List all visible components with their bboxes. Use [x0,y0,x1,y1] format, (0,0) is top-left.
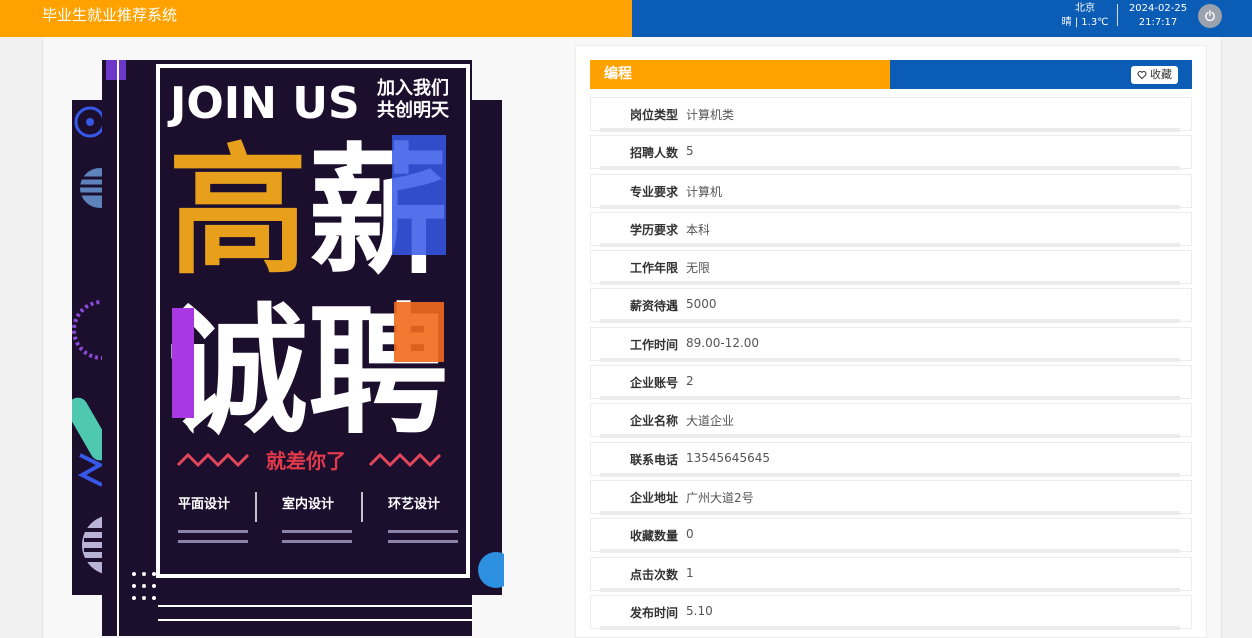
weather-city: 北京 [1075,3,1095,14]
field-underline [600,357,1180,362]
field-box [590,441,1192,476]
favorite-label: 收藏 [1150,68,1172,81]
field-row: 企业地址 广州大道2号 [590,479,1192,518]
field-box [590,326,1192,361]
field-underline [600,166,1180,171]
power-icon [1205,10,1215,22]
field-label: 发布时间 [629,605,678,620]
field-value: 5 [686,144,694,159]
field-box [590,97,1192,131]
field-label: 收藏数量 [629,529,678,544]
date-text: 2024-02-25 [1128,3,1188,14]
field-row: 薪资待遇 5000 [590,288,1192,326]
field-underline [600,434,1180,439]
field-box [590,479,1192,514]
field-underline [600,242,1180,247]
field-underline [600,549,1180,554]
field-label: 岗位类型 [629,108,678,122]
slogan-line2: 共创明天 [377,99,450,121]
field-value: 0 [686,527,694,542]
poster-job-2: 室内设计 [282,496,334,512]
field-value: 89.00-12.00 [686,335,760,350]
field-box [590,594,1192,629]
field-label: 企业名称 [629,414,678,429]
top-bar: 毕业生就业推荐系统 北京 晴 | 1.3℃ 2024-02-25 21:7:17 [0,0,1252,37]
field-underline [600,472,1180,477]
field-value: 2 [686,374,694,389]
field-value: 1 [686,565,694,580]
field-box [590,365,1192,400]
title-bar-right: 收藏 [890,60,1192,89]
field-box [590,518,1192,553]
datetime-widget: 2024-02-25 21:7:17 [1128,2,1188,30]
field-label: 薪资待遇 [629,299,678,314]
join-us-text: JOIN US [167,78,360,129]
field-box [590,288,1192,323]
field-row: 联系电话 13545645645 [590,441,1192,480]
field-box [590,403,1192,438]
field-value: 大道企业 [686,414,735,429]
field-label: 招聘人数 [629,146,678,161]
favorite-button[interactable]: 收藏 [1131,66,1178,84]
field-value: 5000 [686,297,717,312]
job-field-list: 岗位类型 计算机类 招聘人数 5 专业要求 计算机 学历要求 本科 工作年限 无限 薪资待遇 5000… [590,97,1192,633]
field-label: 专业要求 [629,184,678,199]
slogan-line1: 加入我们 [376,77,449,99]
field-row: 收藏数量 0 [590,518,1192,556]
field-underline [600,587,1180,592]
field-label: 企业地址 [629,490,678,505]
logout-button[interactable] [1198,4,1222,28]
field-row: 工作时间 89.00-12.00 [590,326,1192,365]
field-row: 点击次数 1 [590,556,1192,595]
field-row: 企业账号 2 [590,365,1192,403]
field-label: 点击次数 [629,567,678,582]
field-row: 学历要求 本科 [590,211,1192,250]
heart-icon [1137,70,1147,80]
poster-tagline: 就差你了 [266,449,346,473]
field-row: 企业名称 大道企业 [590,403,1192,441]
field-underline [600,625,1180,630]
field-value: 广州大道2号 [686,490,754,505]
field-box [590,211,1192,246]
field-underline [600,204,1180,209]
field-row: 工作年限 无限 [590,250,1192,288]
field-row: 发布时间 5.10 [590,594,1192,633]
field-value: 13545645645 [686,450,770,465]
field-row: 专业要求 计算机 [590,173,1192,212]
field-label: 工作时间 [629,337,678,352]
app-title: 毕业生就业推荐系统 [0,0,632,37]
poster-job-1: 平面设计 [178,496,230,512]
field-label: 学历要求 [629,222,678,237]
field-underline [600,281,1180,286]
field-box [590,135,1192,170]
field-box [590,250,1192,285]
top-bar-right: 北京 晴 | 1.3℃ 2024-02-25 21:7:17 [632,0,1252,37]
field-value: 计算机类 [686,108,735,122]
time-text: 21:7:17 [1138,17,1178,28]
field-underline [600,396,1180,401]
poster-job-3: 环艺设计 [388,496,440,512]
weather-widget: 北京 晴 | 1.3℃ [1060,2,1110,30]
field-label: 工作年限 [629,261,678,276]
field-label: 联系电话 [629,452,678,467]
field-value: 计算机 [686,184,723,199]
field-label: 企业账号 [629,376,678,391]
field-box [590,556,1192,591]
field-underline [600,319,1180,324]
weather-info: 晴 | 1.3℃ [1061,17,1109,28]
job-title: 编程 [590,60,890,89]
big-char-1a: 高 [168,131,308,294]
field-value: 本科 [686,222,711,237]
field-row: 岗位类型 计算机类 [590,97,1192,135]
field-value: 5.10 [686,603,713,618]
header-divider [1117,4,1118,26]
field-underline [600,128,1180,132]
field-value: 无限 [686,261,711,276]
field-row: 招聘人数 5 [590,135,1192,173]
field-underline [600,510,1180,515]
field-box [590,173,1192,208]
job-title-bar: 编程 收藏 [590,60,1192,89]
job-poster-image: JOIN US 加入我们 共创明天 高 薪 诚 聘 就差你了 平面设计 室内设计… [72,60,504,636]
